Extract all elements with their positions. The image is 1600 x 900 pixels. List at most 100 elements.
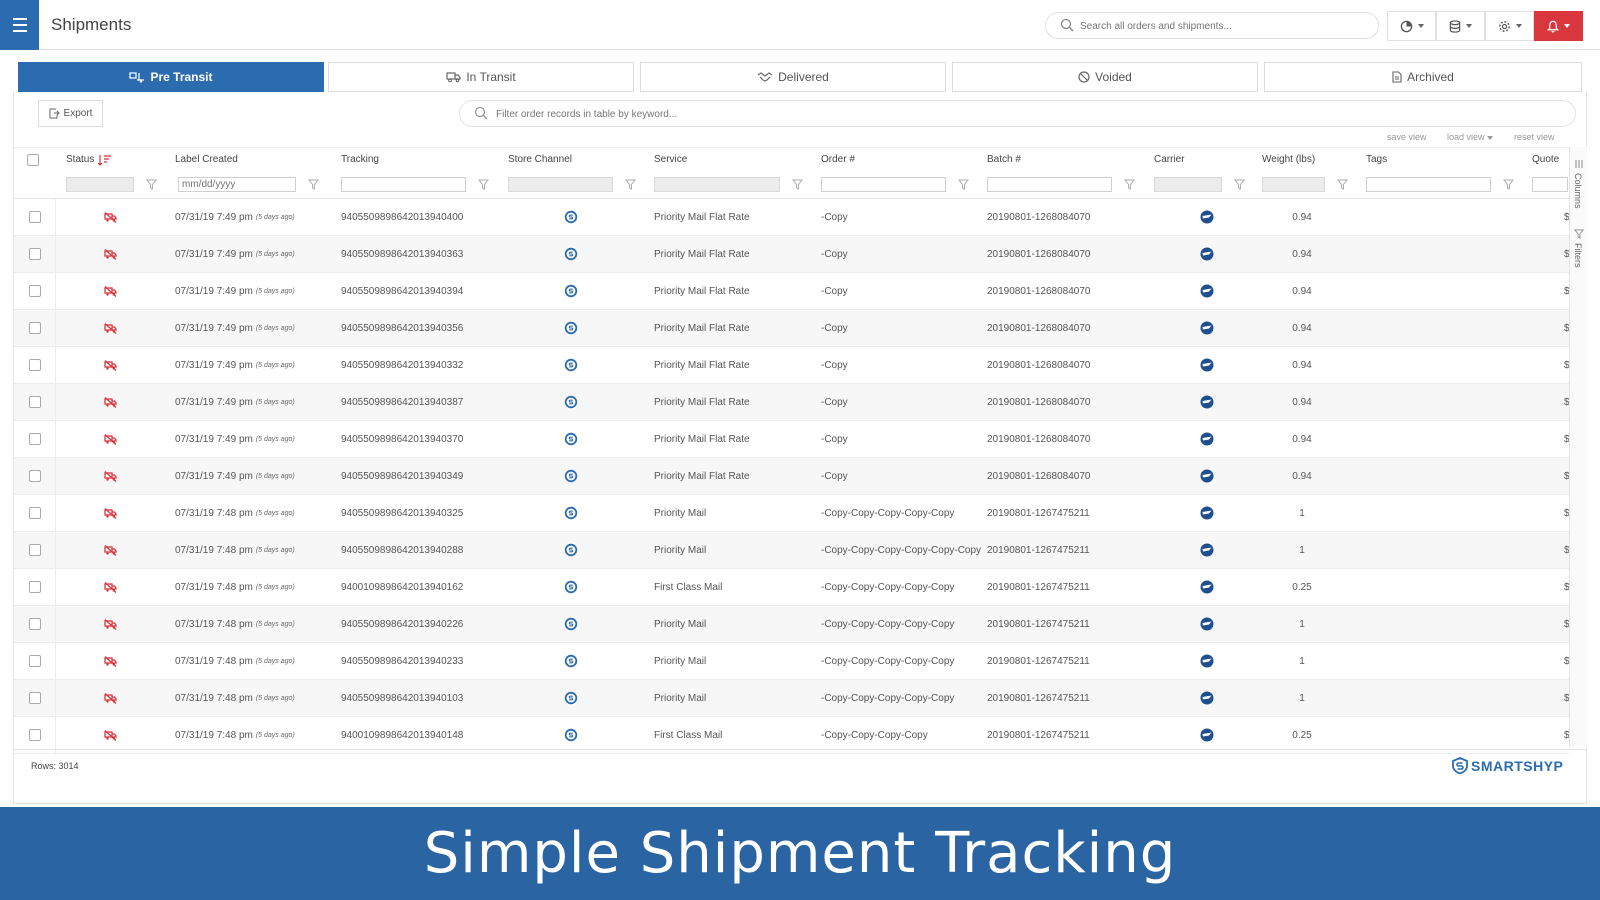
tab-archived[interactable]: Archived xyxy=(1264,62,1582,92)
batch-cell[interactable]: 20190801-1267475211 xyxy=(987,569,1090,605)
order-cell[interactable]: -Copy-Copy-Copy-Copy-Copy xyxy=(821,643,954,679)
order-cell[interactable]: -Copy xyxy=(821,458,848,494)
carrier-filter-input[interactable] xyxy=(1154,177,1222,192)
filter-icon[interactable] xyxy=(308,179,319,190)
table-row[interactable]: 07/31/19 7:48 pm (5 days ago) 940010989864… xyxy=(14,569,1570,606)
tracking-cell[interactable]: 9405509898642013940103 xyxy=(341,680,463,716)
table-row[interactable]: 07/31/19 7:49 pm (5 days ago) 940550989864… xyxy=(14,421,1570,458)
row-checkbox[interactable] xyxy=(28,618,41,630)
table-row[interactable]: 07/31/19 7:49 pm (5 days ago) 940550989864… xyxy=(14,236,1570,273)
column-header-tracking[interactable]: Tracking xyxy=(341,148,379,171)
status-filter-input[interactable] xyxy=(66,177,134,192)
batch-cell[interactable]: 20190801-1267475211 xyxy=(987,606,1090,642)
batch-cell[interactable]: 20190801-1268084070 xyxy=(987,273,1090,309)
table-row[interactable]: 07/31/19 7:49 pm (5 days ago) 940550989864… xyxy=(14,458,1570,495)
notifications-button[interactable] xyxy=(1534,11,1583,41)
global-search-box[interactable] xyxy=(1045,12,1379,39)
filter-icon[interactable] xyxy=(792,179,803,190)
column-header-carrier[interactable]: Carrier xyxy=(1154,148,1185,171)
settings-menu-button[interactable] xyxy=(1485,11,1534,41)
table-row[interactable]: 07/31/19 7:48 pm (5 days ago) 940550989864… xyxy=(14,643,1570,680)
row-checkbox[interactable] xyxy=(28,470,41,482)
table-row[interactable]: 07/31/19 7:48 pm (5 days ago) 940550989864… xyxy=(14,532,1570,569)
order-cell[interactable]: -Copy xyxy=(821,273,848,309)
table-row[interactable]: 07/31/19 7:49 pm (5 days ago) 940550989864… xyxy=(14,273,1570,310)
reset-view-link[interactable]: reset view xyxy=(1514,132,1555,142)
tracking-cell[interactable]: 9405509898642013940370 xyxy=(341,421,463,457)
table-row[interactable]: 07/31/19 7:48 pm (5 days ago) 940550989864… xyxy=(14,606,1570,643)
order-cell[interactable]: -Copy xyxy=(821,384,848,420)
order-cell[interactable]: -Copy xyxy=(821,347,848,383)
order-cell[interactable]: -Copy-Copy-Copy-Copy-Copy xyxy=(821,569,954,605)
tracking-cell[interactable]: 9400109898642013940148 xyxy=(341,717,463,753)
order-filter-input[interactable] xyxy=(821,177,946,192)
filter-icon[interactable] xyxy=(1337,179,1348,190)
tracking-cell[interactable]: 9405509898642013940288 xyxy=(341,532,463,568)
row-checkbox[interactable] xyxy=(28,248,41,260)
order-cell[interactable]: -Copy-Copy-Copy-Copy-Copy-Copy xyxy=(821,532,981,568)
tracking-filter-input[interactable] xyxy=(341,177,466,192)
batch-cell[interactable]: 20190801-1268084070 xyxy=(987,421,1090,457)
filters-toggle[interactable]: Filters xyxy=(1573,243,1583,268)
reports-menu-button[interactable] xyxy=(1387,11,1436,41)
order-cell[interactable]: -Copy xyxy=(821,236,848,272)
table-row[interactable]: 07/31/19 7:49 pm (5 days ago) 940550989864… xyxy=(14,384,1570,421)
order-cell[interactable]: -Copy-Copy-Copy-Copy-Copy xyxy=(821,680,954,716)
batch-cell[interactable]: 20190801-1268084070 xyxy=(987,458,1090,494)
column-header-status[interactable]: Status xyxy=(66,148,112,171)
table-row[interactable]: 07/31/19 7:48 pm (5 days ago) 940550989864… xyxy=(14,680,1570,717)
service-filter-input[interactable] xyxy=(654,177,780,192)
tracking-cell[interactable]: 9405509898642013940332 xyxy=(341,347,463,383)
tracking-cell[interactable]: 9400109898642013940162 xyxy=(341,569,463,605)
table-filter-input[interactable] xyxy=(496,106,1096,122)
column-header-batch[interactable]: Batch # xyxy=(987,148,1021,171)
filter-icon[interactable] xyxy=(1503,179,1514,190)
column-header-weight[interactable]: Weight (lbs) xyxy=(1262,148,1315,171)
tab-voided[interactable]: Voided xyxy=(952,62,1258,92)
tracking-cell[interactable]: 9405509898642013940233 xyxy=(341,643,463,679)
batch-cell[interactable]: 20190801-1268084070 xyxy=(987,310,1090,346)
store-channel-filter-input[interactable] xyxy=(508,177,613,192)
row-checkbox[interactable] xyxy=(28,211,41,223)
tracking-cell[interactable]: 9405509898642013940363 xyxy=(341,236,463,272)
order-cell[interactable]: -Copy xyxy=(821,199,848,235)
order-cell[interactable]: -Copy-Copy-Copy-Copy-Copy xyxy=(821,606,954,642)
batch-cell[interactable]: 20190801-1267475211 xyxy=(987,643,1090,679)
filter-icon[interactable] xyxy=(1124,179,1135,190)
batch-cell[interactable]: 20190801-1268084070 xyxy=(987,384,1090,420)
global-search-input[interactable] xyxy=(1080,17,1360,35)
filter-icon[interactable] xyxy=(478,179,489,190)
tracking-cell[interactable]: 9405509898642013940356 xyxy=(341,310,463,346)
batch-cell[interactable]: 20190801-1268084070 xyxy=(987,347,1090,383)
tracking-cell[interactable]: 9405509898642013940226 xyxy=(341,606,463,642)
tab-pre-transit[interactable]: Pre Transit xyxy=(18,62,324,92)
tags-filter-input[interactable] xyxy=(1366,177,1491,192)
filter-icon[interactable] xyxy=(146,179,157,190)
filter-icon[interactable] xyxy=(1234,179,1245,190)
batch-cell[interactable]: 20190801-1267475211 xyxy=(987,717,1090,753)
row-checkbox[interactable] xyxy=(28,359,41,371)
row-checkbox[interactable] xyxy=(28,692,41,704)
column-header-quote[interactable]: Quote xyxy=(1532,148,1559,171)
column-header-label-created[interactable]: Label Created xyxy=(175,148,238,171)
columns-toggle[interactable]: Columns xyxy=(1573,173,1583,209)
date-filter-input[interactable] xyxy=(178,177,296,192)
tracking-cell[interactable]: 9405509898642013940325 xyxy=(341,495,463,531)
export-button[interactable]: Export xyxy=(38,100,103,127)
order-cell[interactable]: -Copy xyxy=(821,421,848,457)
order-cell[interactable]: -Copy-Copy-Copy-Copy xyxy=(821,717,928,753)
tab-in-transit[interactable]: In Transit xyxy=(328,62,634,92)
row-checkbox[interactable] xyxy=(28,655,41,667)
tracking-cell[interactable]: 9405509898642013940400 xyxy=(341,199,463,235)
batch-cell[interactable]: 20190801-1268084070 xyxy=(987,199,1090,235)
row-checkbox[interactable] xyxy=(28,581,41,593)
hamburger-menu-button[interactable] xyxy=(0,0,39,50)
order-cell[interactable]: -Copy xyxy=(821,310,848,346)
order-cell[interactable]: -Copy-Copy-Copy-Copy-Copy xyxy=(821,495,954,531)
batch-cell[interactable]: 20190801-1267475211 xyxy=(987,495,1090,531)
tracking-cell[interactable]: 9405509898642013940394 xyxy=(341,273,463,309)
filter-icon[interactable] xyxy=(958,179,969,190)
table-row[interactable]: 07/31/19 7:49 pm (5 days ago) 940550989864… xyxy=(14,310,1570,347)
tracking-cell[interactable]: 9405509898642013940387 xyxy=(341,384,463,420)
batch-cell[interactable]: 20190801-1268084070 xyxy=(987,236,1090,272)
